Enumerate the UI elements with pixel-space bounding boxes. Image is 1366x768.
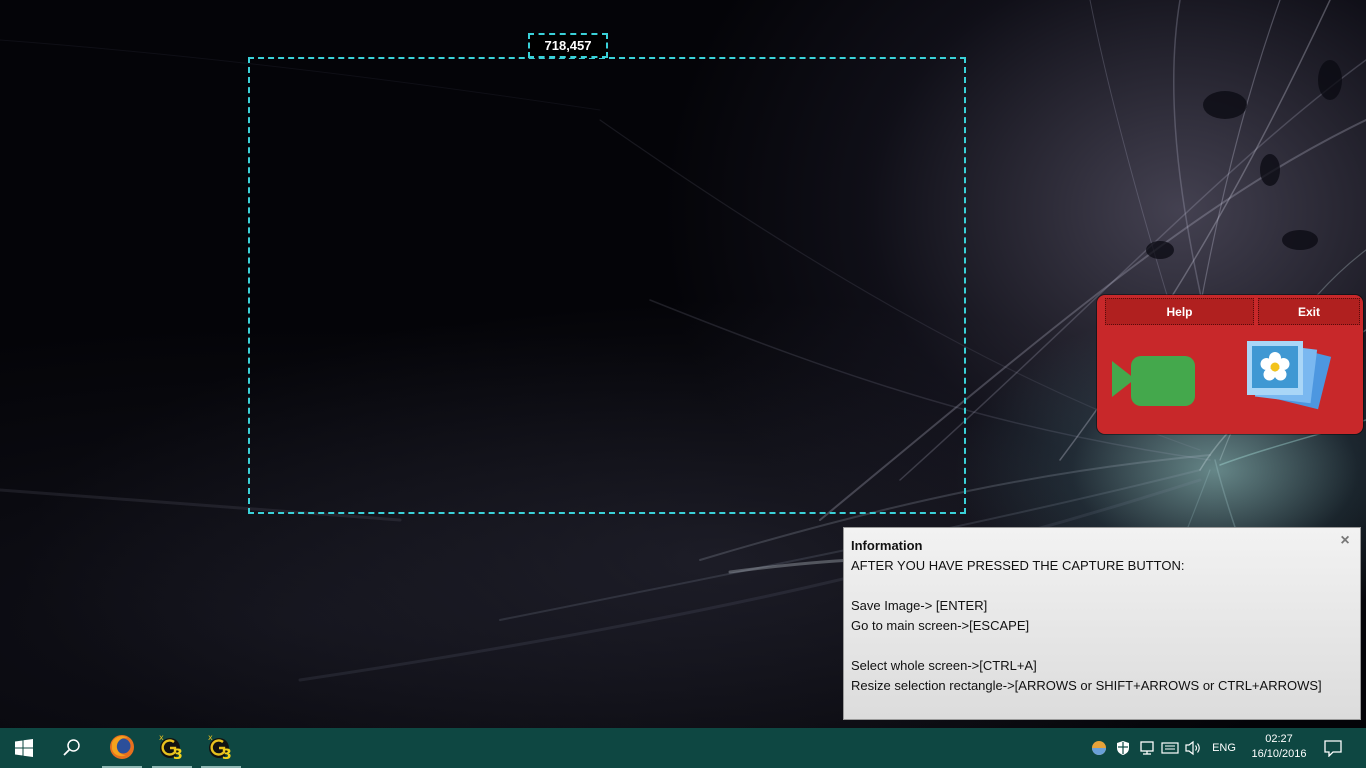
help-button[interactable]: Help xyxy=(1105,298,1254,325)
weather-tray-icon[interactable] xyxy=(1089,738,1109,758)
weather-icon xyxy=(1092,741,1106,755)
capture-image-button[interactable] xyxy=(1243,337,1333,423)
info-line xyxy=(851,576,1353,596)
speaker-icon xyxy=(1185,740,1200,756)
network-tray-icon[interactable] xyxy=(1137,738,1157,758)
exit-button[interactable]: Exit xyxy=(1258,298,1360,325)
search-icon xyxy=(63,739,80,756)
selection-size-label: 718,457 xyxy=(528,33,608,58)
search-button[interactable] xyxy=(48,728,96,768)
close-icon[interactable]: × xyxy=(1338,533,1352,549)
taskbar-g3-app-button[interactable]: x 3 xyxy=(201,728,241,768)
firefox-icon xyxy=(110,735,134,759)
language-indicator[interactable]: ENG xyxy=(1206,728,1242,768)
info-line: Save Image-> [ENTER] xyxy=(851,598,988,613)
info-line: Resize selection rectangle->[ARROWS or S… xyxy=(851,678,1322,693)
taskbar-g3-app-button[interactable]: x 3 xyxy=(152,728,192,768)
security-tray-icon[interactable] xyxy=(1113,738,1133,758)
action-center-button[interactable] xyxy=(1316,728,1350,768)
keyboard-icon xyxy=(1161,742,1179,754)
taskbar: x 3 x 3 ENG 02:27 16/10/2016 xyxy=(0,728,1366,768)
input-tray-icon[interactable] xyxy=(1160,738,1180,758)
svg-text:3: 3 xyxy=(173,747,183,761)
start-button[interactable] xyxy=(0,728,48,768)
clock-date: 16/10/2016 xyxy=(1251,748,1307,760)
capture-toolbar: Help Exit xyxy=(1097,295,1363,434)
capture-selection-rectangle[interactable] xyxy=(248,57,966,514)
volume-tray-icon[interactable] xyxy=(1184,738,1204,758)
information-balloon: Information × AFTER YOU HAVE PRESSED THE… xyxy=(843,527,1361,720)
info-line: Go to main screen->[ESCAPE] xyxy=(851,618,1030,633)
taskbar-firefox-button[interactable] xyxy=(102,728,142,768)
video-camera-icon xyxy=(1112,356,1195,406)
g3-app-icon: x 3 xyxy=(208,733,232,761)
info-line: AFTER YOU HAVE PRESSED THE CAPTURE BUTTO… xyxy=(851,558,1185,573)
record-video-button[interactable] xyxy=(1111,353,1197,409)
windows-logo-icon xyxy=(15,739,33,757)
taskbar-clock[interactable]: 02:27 16/10/2016 xyxy=(1246,728,1312,768)
shield-icon xyxy=(1117,741,1129,755)
info-title: Information xyxy=(851,538,923,553)
svg-text:3: 3 xyxy=(222,747,232,761)
notification-icon xyxy=(1324,740,1342,757)
clock-time: 02:27 xyxy=(1265,733,1293,745)
g3-app-icon: x 3 xyxy=(159,733,183,761)
image-gallery-icon xyxy=(1247,341,1332,410)
info-line: Select whole screen->[CTRL+A] xyxy=(851,658,1037,673)
network-icon xyxy=(1140,741,1154,755)
info-line xyxy=(851,636,1353,656)
